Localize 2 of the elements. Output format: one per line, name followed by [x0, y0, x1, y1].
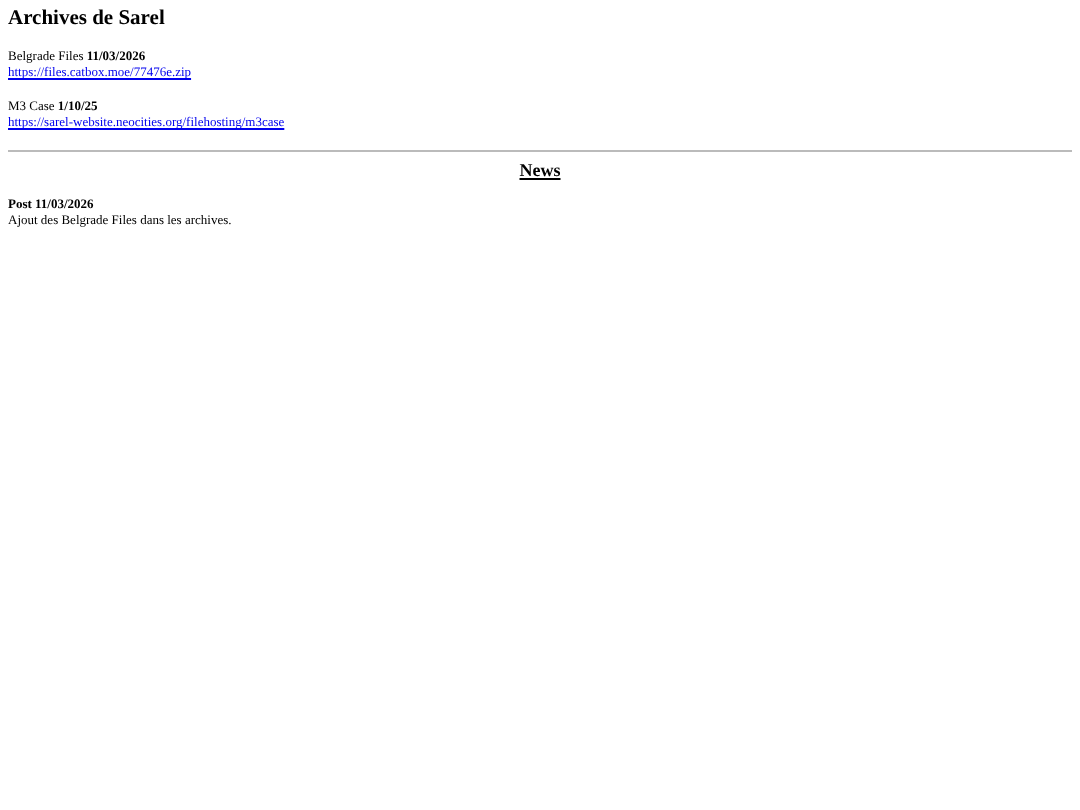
news-heading: News — [519, 158, 561, 182]
page-title: Archives de Sarel — [8, 6, 167, 32]
